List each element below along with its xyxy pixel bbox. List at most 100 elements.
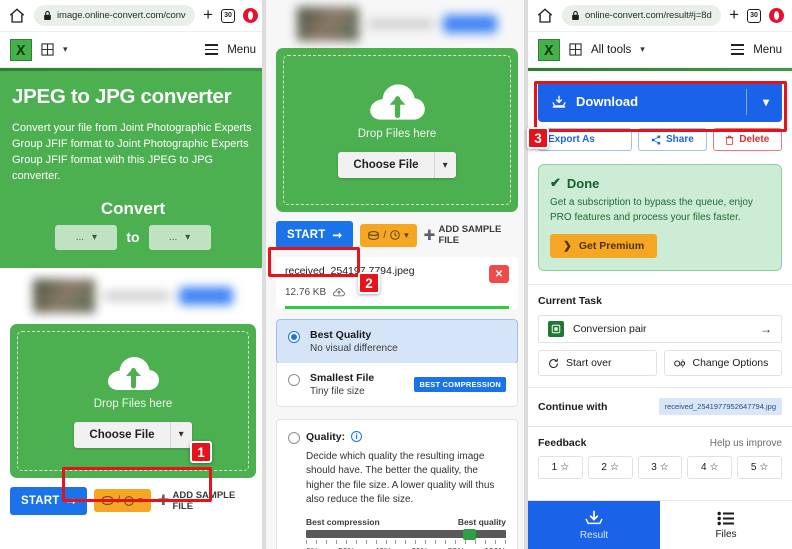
option-title: Best Quality: [310, 328, 372, 341]
left-schedule-button[interactable]: / ▾: [94, 489, 151, 513]
home-icon[interactable]: [536, 7, 554, 25]
chevron-down-icon[interactable]: ▾: [63, 44, 68, 55]
quality-slider[interactable]: Best compression Best quality 0% 20% 40%…: [306, 517, 506, 549]
ad-text-line: [368, 19, 434, 29]
arrow-right-icon: ➞: [66, 495, 77, 508]
radio-custom-quality[interactable]: [288, 431, 300, 444]
option-title: Smallest File: [310, 371, 375, 384]
delete-button[interactable]: Delete: [712, 128, 782, 151]
download-dropdown[interactable]: ▾: [746, 81, 769, 122]
change-options-button[interactable]: Change Options: [663, 350, 782, 376]
left-browser-chrome: image.online-convert.com/conve + 30: [0, 0, 266, 32]
star-icon: ☆: [659, 462, 669, 473]
all-tools-grid-icon[interactable]: [41, 43, 54, 56]
chevron-down-icon[interactable]: ▾: [171, 422, 192, 447]
quality-options-group: Best Quality No visual difference Smalle…: [276, 318, 518, 407]
tab-count-icon[interactable]: 30: [747, 8, 761, 23]
middle-advertisement-banner: [297, 6, 497, 42]
bottom-nav-result[interactable]: Result: [528, 501, 660, 549]
hamburger-icon[interactable]: [731, 44, 745, 55]
radio-smallest-file[interactable]: [288, 373, 300, 386]
left-add-sample-file-button[interactable]: ➕ ADD SAMPLE FILE: [158, 490, 256, 512]
middle-choose-file-button[interactable]: Choose File ▾: [338, 152, 456, 178]
new-tab-icon[interactable]: +: [729, 6, 739, 25]
opera-menu-icon[interactable]: [243, 8, 258, 23]
annotation-number-2: 2: [358, 272, 380, 294]
right-browser-chrome: online-convert.com/result#j=8d7 + 30: [528, 0, 792, 32]
left-url-bar[interactable]: image.online-convert.com/conve: [34, 5, 196, 26]
chevron-down-icon[interactable]: ▾: [138, 495, 143, 506]
bottom-nav-files[interactable]: Files: [660, 501, 792, 549]
share-icon: [651, 134, 661, 145]
right-url-text: online-convert.com/result#j=8d7: [585, 10, 713, 21]
opera-menu-icon[interactable]: [769, 8, 784, 23]
left-start-label: START: [21, 494, 60, 507]
tab-count-icon[interactable]: 30: [221, 8, 235, 23]
trash-icon: [726, 135, 734, 145]
remove-file-button[interactable]: ✕: [489, 265, 509, 283]
get-premium-button[interactable]: ❯ Get Premium: [550, 234, 658, 258]
site-logo-icon[interactable]: [10, 38, 32, 61]
done-title: Done: [566, 175, 600, 191]
rating-number: 1: [551, 462, 558, 473]
info-icon[interactable]: i: [351, 431, 363, 442]
lock-icon: [572, 10, 579, 20]
continue-with-file-chip[interactable]: received_2541977952647794.jpg: [658, 398, 782, 415]
slider-ticks: [306, 539, 506, 544]
middle-add-sample-label: ADD SAMPLE FILE: [438, 224, 502, 246]
export-as-button[interactable]: Export As: [538, 128, 633, 151]
rating-button-3[interactable]: 3 ☆: [637, 456, 683, 479]
left-add-sample-label: ADD SAMPLE FILE: [172, 489, 236, 512]
help-us-improve-label[interactable]: Help us improve: [710, 438, 782, 449]
middle-start-button[interactable]: START ➞: [276, 221, 354, 249]
rating-button-4[interactable]: 4 ☆: [687, 456, 733, 479]
slider-knob[interactable]: [463, 528, 476, 540]
done-title-row: ✔ Done: [550, 175, 770, 191]
home-icon[interactable]: [8, 7, 26, 25]
menu-label[interactable]: Menu: [227, 44, 256, 56]
quality-slider-card: Quality: i Decide which quality the resu…: [276, 418, 518, 549]
option-best-quality[interactable]: Best Quality No visual difference: [276, 318, 518, 364]
chevron-down-icon[interactable]: ▾: [435, 153, 456, 178]
conversion-pair-button[interactable]: Conversion pair →: [538, 315, 782, 343]
middle-choose-file-label: Choose File: [353, 159, 419, 171]
annotation-number-1: 1: [190, 441, 212, 463]
left-start-button[interactable]: START ➞: [10, 486, 88, 515]
menu-label[interactable]: Menu: [753, 44, 782, 56]
scale-tick: 100%: [484, 546, 506, 549]
rating-button-5[interactable]: 5 ☆: [737, 456, 782, 479]
clock-icon: [390, 230, 400, 240]
convert-to-select[interactable]: ... ▾: [148, 224, 211, 250]
left-choose-file-button[interactable]: Choose File ▾: [74, 421, 192, 448]
download-button[interactable]: Download ▾: [538, 81, 782, 122]
slider-track[interactable]: [306, 528, 506, 540]
option-smallest-file[interactable]: Smallest File Tiny file size BEST COMPRE…: [276, 362, 518, 407]
hamburger-icon[interactable]: [205, 44, 219, 55]
lock-icon: [44, 10, 51, 20]
middle-add-sample-file-button[interactable]: ➕ ADD SAMPLE FILE: [424, 224, 518, 246]
radio-best-quality[interactable]: [288, 330, 300, 343]
all-tools-label[interactable]: All tools: [591, 44, 631, 56]
site-logo-icon[interactable]: [538, 38, 560, 61]
start-over-button[interactable]: Start over: [538, 350, 657, 376]
new-tab-icon[interactable]: +: [203, 6, 213, 25]
rating-button-2[interactable]: 2 ☆: [587, 456, 633, 479]
left-dropzone[interactable]: Drop Files here Choose File ▾: [10, 323, 256, 478]
star-icon: ☆: [609, 462, 619, 473]
middle-dropzone[interactable]: Drop Files here Choose File ▾: [276, 48, 518, 212]
middle-start-label: START: [287, 229, 326, 241]
all-tools-grid-icon[interactable]: [569, 43, 582, 56]
right-url-bar[interactable]: online-convert.com/result#j=8d7: [562, 5, 722, 26]
file-size: 12.76 KB: [285, 287, 327, 298]
convert-from-select[interactable]: ... ▾: [55, 224, 118, 250]
hero-section: JPEG to JPG converter Convert your file …: [0, 71, 266, 268]
rating-button-1[interactable]: 1 ☆: [538, 456, 583, 479]
arrow-right-icon: ➞: [332, 230, 343, 242]
chevron-down-icon[interactable]: ▾: [404, 230, 409, 241]
current-task-title: Current Task: [538, 295, 602, 307]
middle-schedule-button[interactable]: / ▾: [360, 223, 417, 247]
chevron-down-icon[interactable]: ▾: [640, 44, 645, 55]
share-button[interactable]: Share: [638, 128, 707, 151]
option-best-quality-text: Best Quality No visual difference: [310, 329, 398, 354]
delete-label: Delete: [739, 134, 770, 145]
